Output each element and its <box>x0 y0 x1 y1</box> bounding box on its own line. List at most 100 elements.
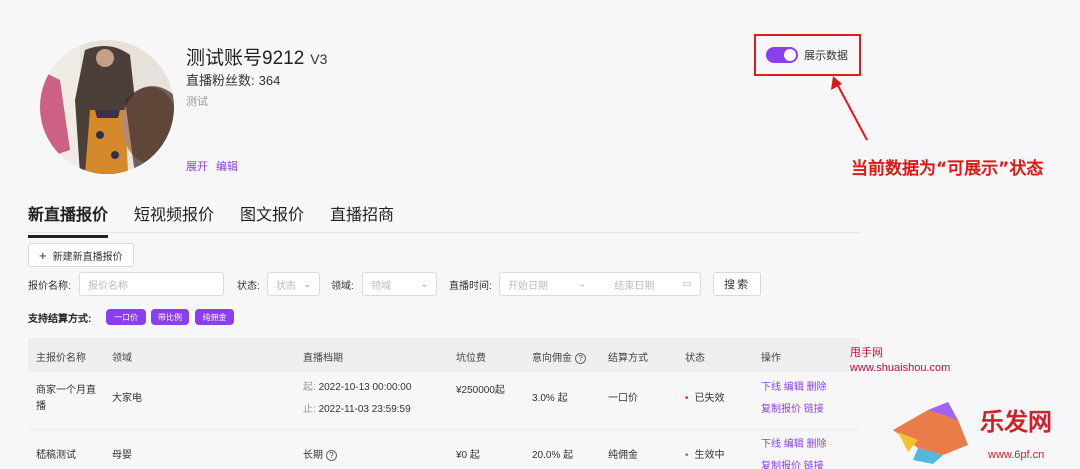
expand-link[interactable]: 展开 <box>186 158 208 174</box>
link-link[interactable]: 链接 <box>804 461 824 469</box>
end-time: 2022-11-03 23:59:59 <box>318 404 411 415</box>
profile-name-row: 测试账号9212 V3 <box>186 43 327 70</box>
delete-link[interactable]: 删除 <box>807 382 827 393</box>
start-prefix: 起: <box>303 382 316 393</box>
offline-link[interactable]: 下线 <box>761 439 781 450</box>
th-name: 主报价名称 <box>36 353 86 364</box>
copy-quote-link[interactable]: 复制报价 <box>761 404 801 415</box>
fans-number: 364 <box>258 73 281 88</box>
watermark-shuaishou: 甩手网 www.shuaishou.com <box>850 346 950 376</box>
calendar-icon: ▭ <box>682 278 692 290</box>
status-dot-icon: • <box>685 450 689 461</box>
date-range-picker[interactable]: 开始日期 → 结束日期 ▭ <box>499 272 701 296</box>
row1-domain: 大家电 <box>112 393 142 404</box>
plus-icon: + <box>39 247 47 263</box>
status-placeholder: 状态 <box>276 280 296 292</box>
row2-schedule-text: 长期 <box>303 450 323 461</box>
filter-time: 直播时间: <box>449 272 492 296</box>
row2-name: 嵇稿测试 <box>36 450 76 461</box>
end-prefix: 止: <box>303 404 316 415</box>
row2-actions-line2: 复制报价 链接 <box>761 459 824 469</box>
row1-actions-line1: 下线 编辑 删除 <box>761 380 827 396</box>
row1-commission: 3.0% 起 <box>532 393 568 404</box>
row1-fee: ¥250000起 <box>456 385 505 396</box>
row2-commission: 20.0% 起 <box>532 450 574 461</box>
end-date-placeholder: 结束日期 <box>614 280 655 292</box>
delete-link[interactable]: 删除 <box>807 439 827 450</box>
fans-count: 直播粉丝数: 364 <box>186 70 280 89</box>
row2-schedule: 长期? <box>303 448 337 464</box>
chevron-down-icon: ⌄ <box>303 278 311 289</box>
annotation-arrow-icon <box>831 76 868 141</box>
new-quote-label: 新建新直播报价 <box>52 251 123 263</box>
th-actions: 操作 <box>761 353 781 364</box>
row2-actions-line1: 下线 编辑 删除 <box>761 437 827 453</box>
avatar <box>40 40 174 174</box>
th-commission-label: 意向佣金 <box>532 353 572 364</box>
search-button[interactable]: 搜索 <box>713 272 761 296</box>
th-domain: 领域 <box>112 353 132 364</box>
chip-fixed-price[interactable]: 一口价 <box>106 309 146 325</box>
row2-settlement: 纯佣金 <box>608 450 638 461</box>
question-icon[interactable]: ? <box>575 352 586 364</box>
show-data-switch[interactable] <box>766 47 798 63</box>
watermark-site-cn: 甩手网 <box>850 347 883 359</box>
row2-status: • 生效中 <box>685 448 725 464</box>
filter-domain: 领域: <box>331 272 354 296</box>
row1-status: • 已失效 <box>685 391 725 407</box>
row2-fee: ¥0 起 <box>456 450 480 461</box>
status-select[interactable]: 状态 ⌄ <box>267 272 320 296</box>
tab-divider <box>28 232 860 233</box>
live-time-label: 直播时间: <box>449 280 492 292</box>
offline-link[interactable]: 下线 <box>761 382 781 393</box>
start-date-placeholder: 开始日期 <box>508 280 548 292</box>
quote-name-input[interactable]: 报价名称 <box>79 272 224 296</box>
account-description: 测试 <box>186 96 208 108</box>
row1-name: 商家一个月直播 <box>36 385 96 412</box>
watermark-brand-url: www.6pf.cn <box>987 449 1044 461</box>
settlement-label: 支持结算方式: <box>28 314 92 325</box>
chevron-down-icon: ⌄ <box>420 278 428 289</box>
copy-quote-link[interactable]: 复制报价 <box>761 461 801 469</box>
annotation-text: 当前数据为“可展示”状态 <box>851 159 1044 179</box>
table-header <box>28 338 860 372</box>
edit-link[interactable]: 编辑 <box>784 382 804 393</box>
start-time: 2022-10-13 00:00:00 <box>318 382 412 393</box>
row2-domain: 母婴 <box>112 450 132 461</box>
question-icon[interactable]: ? <box>326 449 337 461</box>
filter-status: 状态: <box>237 272 260 296</box>
fans-label: 直播粉丝数: <box>186 73 255 88</box>
th-fee: 坑位费 <box>456 353 486 364</box>
profile-links: 展开 编辑 <box>186 158 238 174</box>
new-quote-button[interactable]: + 新建新直播报价 <box>28 243 134 267</box>
account-name: 测试账号9212 <box>186 48 305 69</box>
domain-label: 领域: <box>331 280 354 292</box>
status-label: 状态: <box>237 280 260 292</box>
arrow-right-icon: → <box>576 278 587 290</box>
th-status: 状态 <box>685 353 705 364</box>
account-version: V3 <box>310 51 328 67</box>
show-data-toggle-highlight: 展示数据 <box>754 34 861 76</box>
filter-name: 报价名称: <box>28 272 71 296</box>
link-link[interactable]: 链接 <box>804 404 824 415</box>
quote-name-label: 报价名称: <box>28 280 71 292</box>
row1-settlement: 一口价 <box>608 393 638 404</box>
row2-status-text: 生效中 <box>694 450 725 461</box>
th-schedule: 直播档期 <box>303 353 343 364</box>
row-divider <box>28 429 860 430</box>
domain-select[interactable]: 领域 ⌄ <box>362 272 437 296</box>
th-commission: 意向佣金? <box>532 349 586 364</box>
watermark-site-url: www.shuaishou.com <box>850 362 951 374</box>
show-data-label: 展示数据 <box>804 50 848 62</box>
watermark-brand: 乐发网 <box>980 408 1052 436</box>
th-settlement: 结算方式 <box>608 353 648 364</box>
row1-actions-line2: 复制报价 链接 <box>761 402 824 418</box>
chip-with-ratio[interactable]: 带比例 <box>151 309 189 325</box>
domain-placeholder: 领域 <box>371 280 391 292</box>
edit-link[interactable]: 编辑 <box>784 439 804 450</box>
chip-pure-commission[interactable]: 纯佣金 <box>195 309 234 325</box>
page: 测试账号9212 V3 直播粉丝数: 364 测试 展开 编辑 展示数据 当前数据… <box>0 0 1080 469</box>
edit-link[interactable]: 编辑 <box>216 158 238 174</box>
row1-status-text: 已失效 <box>694 393 725 404</box>
status-dot-icon: • <box>685 393 689 404</box>
